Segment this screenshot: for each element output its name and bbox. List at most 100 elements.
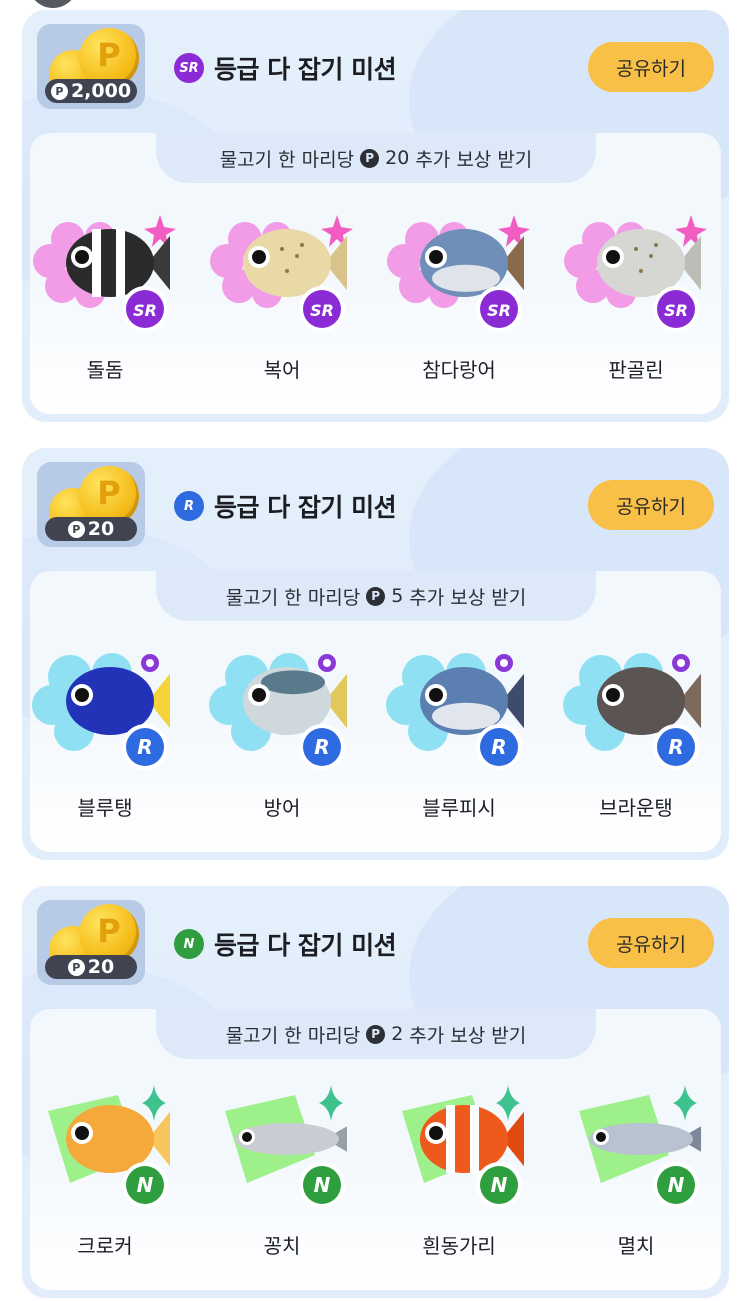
fish-name: 참다랑어 <box>422 358 496 382</box>
reward-value: 20 <box>87 956 115 978</box>
fish-illustration: R <box>563 653 701 770</box>
grade-badge-icon: N <box>476 1162 522 1208</box>
mission-card-sr: P P 2,000 SR 등급 다 잡기 미션 공유하기 물고기 한 마리당 P… <box>22 10 729 422</box>
sparkle-icon <box>496 1085 520 1121</box>
svg-text:SR: SR <box>133 301 157 320</box>
svg-text:R: R <box>314 735 329 759</box>
point-icon: P <box>50 82 68 100</box>
description-text: 추가 보상 받기 <box>415 148 533 171</box>
fish-item: R 블루피시 <box>384 639 534 829</box>
fish-name: 판골린 <box>608 358 664 382</box>
description-text: 물고기 한 마리당 <box>225 1024 361 1047</box>
fish-name: 흰동가리 <box>422 1234 496 1258</box>
description-amount: 5 <box>391 585 404 607</box>
fish-illustration: R <box>32 653 170 770</box>
fish-item: N 꽁치 <box>207 1077 357 1267</box>
blue-tang-icon <box>66 667 170 735</box>
reward-description: 물고기 한 마리당 P 2 추가 보상 받기 <box>156 1009 596 1059</box>
fish-list: N 크로커 N 꽁치 N 흰동가리 N 멸치 <box>30 1077 721 1277</box>
fish-illustration: N <box>402 1085 524 1208</box>
grade-badge-icon: N <box>122 1162 168 1208</box>
mission-title: 등급 다 잡기 미션 <box>214 931 397 960</box>
mission-title-row: N 등급 다 잡기 미션 <box>174 924 397 964</box>
description-text: 물고기 한 마리당 <box>219 148 355 171</box>
svg-text:SR: SR <box>664 301 688 320</box>
fish-illustration: R <box>386 653 524 770</box>
share-button[interactable]: 공유하기 <box>588 918 714 968</box>
bluefish-icon <box>420 667 524 735</box>
mission-title-row: R 등급 다 잡기 미션 <box>174 486 397 526</box>
fish-illustration: SR <box>33 215 176 332</box>
reward-value: 2,000 <box>70 80 132 102</box>
anchovy-icon <box>589 1123 701 1155</box>
svg-text:N: N <box>314 1173 331 1197</box>
reward-description: 물고기 한 마리당 P 20 추가 보상 받기 <box>156 133 596 183</box>
yellowtail-icon <box>243 667 347 735</box>
sparkle-star-icon <box>498 215 530 247</box>
reward-amount: P 2,000 <box>45 79 137 103</box>
sparkle-star-icon <box>675 215 707 247</box>
mission-card-n: P P 20 N 등급 다 잡기 미션 공유하기 물고기 한 마리당 P 2 추… <box>22 886 729 1298</box>
reward-description: 물고기 한 마리당 P 5 추가 보상 받기 <box>156 571 596 621</box>
fish-name: 방어 <box>263 796 301 820</box>
avatar[interactable] <box>28 0 78 8</box>
share-button[interactable]: 공유하기 <box>588 42 714 92</box>
grade-badge-icon: R <box>299 724 345 770</box>
reward-coin-box: P P 20 <box>37 462 145 547</box>
sparkle-icon <box>142 1085 166 1121</box>
reward-value: 20 <box>87 518 115 540</box>
grade-badge-icon: R <box>122 724 168 770</box>
fish-illustration: N <box>48 1085 170 1208</box>
grade-badge-icon: R <box>653 724 699 770</box>
share-button[interactable]: 공유하기 <box>588 480 714 530</box>
brown-tang-icon <box>597 667 701 735</box>
fish-item: R 블루탱 <box>30 639 180 829</box>
point-icon: P <box>366 586 386 606</box>
svg-text:SR: SR <box>310 301 334 320</box>
reward-amount: P 20 <box>45 517 137 541</box>
point-icon: P <box>67 520 85 538</box>
svg-text:N: N <box>491 1173 508 1197</box>
description-amount: 20 <box>385 147 410 169</box>
svg-text:R: R <box>137 735 152 759</box>
fish-item: R 브라운탱 <box>561 639 711 829</box>
fish-name: 복어 <box>263 358 301 382</box>
mission-title: 등급 다 잡기 미션 <box>214 55 397 84</box>
fish-illustration: N <box>579 1085 701 1208</box>
sparkle-icon <box>319 1085 343 1121</box>
svg-text:R: R <box>491 735 506 759</box>
mission-title-row: SR 등급 다 잡기 미션 <box>174 48 397 88</box>
grade-badge-icon: SR <box>476 286 522 332</box>
svg-text:N: N <box>668 1173 685 1197</box>
fish-illustration: SR <box>387 215 530 332</box>
saury-icon <box>235 1123 347 1155</box>
point-icon: P <box>67 958 85 976</box>
fish-item: SR 돌돔 <box>30 201 180 391</box>
description-text: 추가 보상 받기 <box>409 1024 527 1047</box>
fish-item: N 크로커 <box>30 1077 180 1267</box>
svg-text:N: N <box>137 1173 154 1197</box>
point-icon: P <box>360 148 380 168</box>
sparkle-star-icon <box>144 215 176 247</box>
fish-panel: 물고기 한 마리당 P 20 추가 보상 받기 SR 돌돔 SR 복어 SR 참… <box>30 133 721 414</box>
fish-name: 블루피시 <box>422 796 496 820</box>
fish-name: 멸치 <box>617 1234 655 1258</box>
grade-badge-icon: SR <box>122 286 168 332</box>
sparkle-star-icon <box>321 215 353 247</box>
fish-item: R 방어 <box>207 639 357 829</box>
svg-text:R: R <box>668 735 683 759</box>
sparkle-icon <box>673 1085 697 1121</box>
fish-name: 크로커 <box>77 1234 133 1258</box>
grade-badge-icon: N <box>299 1162 345 1208</box>
fish-list: SR 돌돔 SR 복어 SR 참다랑어 SR 판골린 <box>30 201 721 401</box>
svg-text:SR: SR <box>487 301 511 320</box>
fish-name: 꽁치 <box>263 1234 301 1258</box>
fish-item: N 멸치 <box>561 1077 711 1267</box>
fish-name: 브라운탱 <box>599 796 673 820</box>
fish-item: SR 참다랑어 <box>384 201 534 391</box>
grade-badge-icon: R <box>174 491 204 521</box>
mission-card-r: P P 20 R 등급 다 잡기 미션 공유하기 물고기 한 마리당 P 5 추… <box>22 448 729 860</box>
fish-illustration: R <box>209 653 347 770</box>
description-amount: 2 <box>391 1023 404 1045</box>
fish-name: 블루탱 <box>77 796 133 820</box>
